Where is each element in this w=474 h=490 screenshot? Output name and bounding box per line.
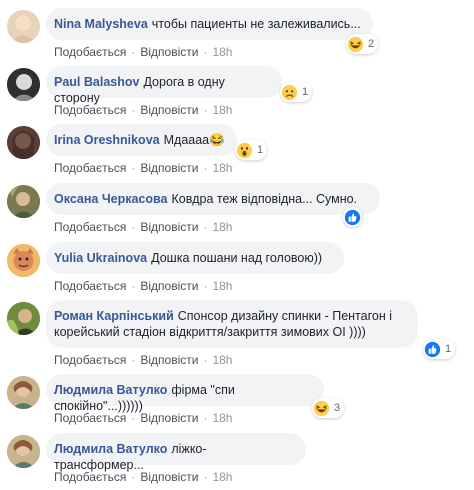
separator: · xyxy=(203,470,208,484)
reactions-badge[interactable]: 2 xyxy=(346,34,379,54)
avatar[interactable] xyxy=(7,68,40,101)
timestamp[interactable]: 18h xyxy=(212,411,232,425)
comment-author[interactable]: Людмила Ватулко xyxy=(54,383,167,397)
comment-actions: Подобається · Відповісти · 18h xyxy=(54,161,232,175)
separator: · xyxy=(203,45,208,59)
separator: · xyxy=(131,279,136,293)
reactions-badge[interactable]: 1 xyxy=(235,140,268,160)
separator: · xyxy=(131,45,136,59)
timestamp[interactable]: 18h xyxy=(212,45,232,59)
comment-text: Ковдра теж відповідна... Сумно. xyxy=(171,192,358,206)
reaction-count: 1 xyxy=(302,86,309,98)
avatar[interactable] xyxy=(7,126,40,159)
like-link[interactable]: Подобається xyxy=(54,103,126,117)
comment-author[interactable]: Irina Oreshnikova xyxy=(54,133,160,147)
separator: · xyxy=(131,161,136,175)
comment-bubble: Роман Карпінський Спонсор дизайну спинки … xyxy=(46,300,418,348)
separator: · xyxy=(203,353,208,367)
like-icon xyxy=(424,341,441,357)
like-link[interactable]: Подобається xyxy=(54,279,126,293)
separator: · xyxy=(131,411,136,425)
reactions-badge[interactable]: 1 xyxy=(423,339,456,359)
reaction-count: 2 xyxy=(368,38,375,50)
reply-link[interactable]: Відповісти xyxy=(140,470,198,484)
timestamp[interactable]: 18h xyxy=(212,161,232,175)
separator: · xyxy=(131,470,136,484)
comment-text: Мдаааа😂 xyxy=(163,133,225,147)
reaction-count: 1 xyxy=(445,343,452,355)
comment-author[interactable]: Роман Карпінський xyxy=(54,309,174,323)
separator: · xyxy=(131,220,136,234)
comment-bubble: Людмила Ватулко ліжко-трансформер... xyxy=(46,433,306,472)
wow-emoji-icon xyxy=(236,142,253,158)
like-link[interactable]: Подобається xyxy=(54,161,126,175)
timestamp[interactable]: 18h xyxy=(212,353,232,367)
separator: · xyxy=(131,353,136,367)
avatar[interactable] xyxy=(7,244,40,277)
comment-actions: Подобається · Відповісти · 18h xyxy=(54,470,232,484)
comment-text: Дошка пошани над головою)) xyxy=(151,251,323,265)
reactions-badge[interactable] xyxy=(343,207,362,227)
timestamp[interactable]: 18h xyxy=(212,279,232,293)
comment-bubble: Irina Oreshnikova Мдаааа😂 xyxy=(46,124,237,156)
comment-author[interactable]: Yulia Ukrainova xyxy=(54,251,147,265)
comment-actions: Подобається · Відповісти · 18h xyxy=(54,103,232,117)
comment-bubble: Nina Malysheva чтобы пациенты не залежива… xyxy=(46,8,373,40)
like-icon xyxy=(344,209,361,225)
separator: · xyxy=(203,103,208,117)
comment-bubble: Paul Balashov Дорога в одну сторону xyxy=(46,66,282,105)
reply-link[interactable]: Відповісти xyxy=(140,220,198,234)
reactions-badge[interactable]: 3 xyxy=(312,398,345,418)
avatar[interactable] xyxy=(7,185,40,218)
reaction-count: 3 xyxy=(334,402,341,414)
timestamp[interactable]: 18h xyxy=(212,470,232,484)
comment-text: чтобы пациенты не залеживались... xyxy=(151,17,361,31)
like-link[interactable]: Подобається xyxy=(54,220,126,234)
like-link[interactable]: Подобається xyxy=(54,470,126,484)
timestamp[interactable]: 18h xyxy=(212,220,232,234)
separator: · xyxy=(131,103,136,117)
reactions-badge[interactable]: 1 xyxy=(280,82,313,102)
reaction-count: 1 xyxy=(257,144,264,156)
comment-actions: Подобається · Відповісти · 18h xyxy=(54,45,232,59)
laughing-emoji-icon xyxy=(347,36,364,52)
comment-author[interactable]: Людмила Ватулко xyxy=(54,442,167,456)
reply-link[interactable]: Відповісти xyxy=(140,353,198,367)
separator: · xyxy=(203,220,208,234)
comment-actions: Подобається · Відповісти · 18h xyxy=(54,353,232,367)
laughing-emoji-icon xyxy=(313,400,330,416)
separator: · xyxy=(203,161,208,175)
separator: · xyxy=(203,279,208,293)
comment-bubble: Людмила Ватулко фірма "спи спокійно"...))… xyxy=(46,374,324,413)
reply-link[interactable]: Відповісти xyxy=(140,161,198,175)
comment-author[interactable]: Оксана Черкасова xyxy=(54,192,167,206)
reply-link[interactable]: Відповісти xyxy=(140,45,198,59)
avatar[interactable] xyxy=(7,10,40,43)
comment-bubble: Yulia Ukrainova Дошка пошани над головою)… xyxy=(46,242,344,274)
timestamp[interactable]: 18h xyxy=(212,103,232,117)
reply-link[interactable]: Відповісти xyxy=(140,411,198,425)
avatar[interactable] xyxy=(7,376,40,409)
avatar[interactable] xyxy=(7,435,40,468)
sad-emoji-icon xyxy=(281,84,298,100)
separator: · xyxy=(203,411,208,425)
like-link[interactable]: Подобається xyxy=(54,353,126,367)
comment-actions: Подобається · Відповісти · 18h xyxy=(54,411,232,425)
avatar[interactable] xyxy=(7,302,40,335)
comment-actions: Подобається · Відповісти · 18h xyxy=(54,279,232,293)
like-link[interactable]: Подобається xyxy=(54,45,126,59)
comment-author[interactable]: Nina Malysheva xyxy=(54,17,148,31)
like-link[interactable]: Подобається xyxy=(54,411,126,425)
comment-author[interactable]: Paul Balashov xyxy=(54,75,139,89)
reply-link[interactable]: Відповісти xyxy=(140,279,198,293)
comment-actions: Подобається · Відповісти · 18h xyxy=(54,220,232,234)
reply-link[interactable]: Відповісти xyxy=(140,103,198,117)
comment-bubble: Оксана Черкасова Ковдра теж відповідна...… xyxy=(46,183,380,215)
